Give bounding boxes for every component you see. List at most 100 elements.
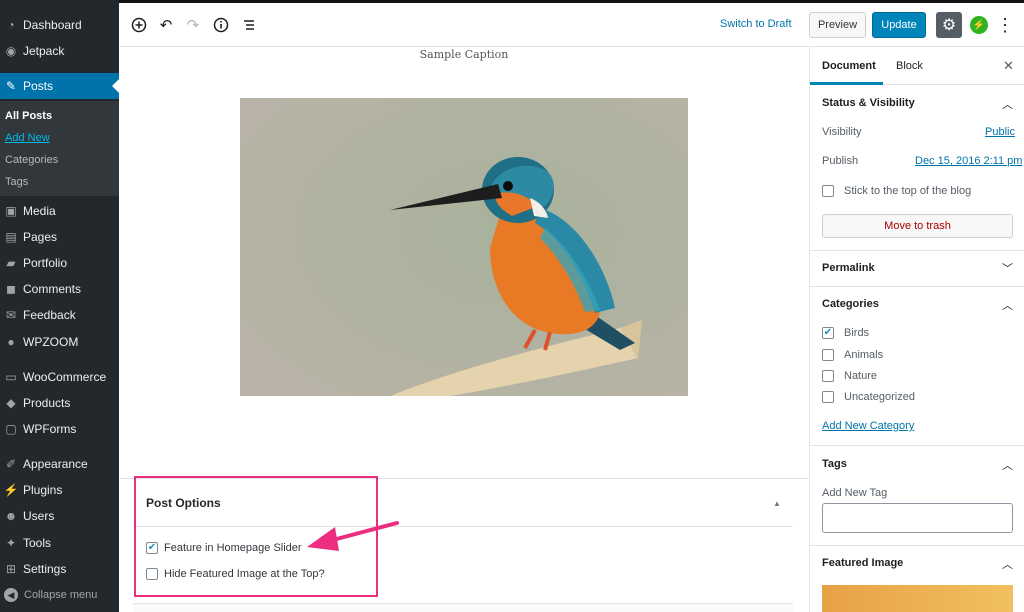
- category-nature[interactable]: Nature: [822, 370, 877, 382]
- visibility-value-link[interactable]: Public: [985, 126, 1015, 138]
- menu-item-plugins[interactable]: ⚡ Plugins: [0, 477, 119, 503]
- menu-item-pages[interactable]: ▤ Pages: [0, 224, 119, 250]
- admin-menu: ◔ Dashboard ◉ Jetpack ✎ Posts All Posts …: [0, 0, 119, 612]
- close-icon[interactable]: ✕: [1003, 58, 1014, 74]
- menu-label: Appearance: [23, 457, 88, 471]
- update-button[interactable]: Update: [872, 12, 926, 38]
- checkbox-icon[interactable]: [822, 370, 834, 382]
- menu-item-products[interactable]: ◆ Products: [0, 390, 119, 416]
- menu-label: Users: [23, 509, 55, 523]
- menu-item-comments[interactable]: ◼ Comments: [0, 276, 119, 302]
- chevron-up-icon[interactable]: ︿: [1002, 297, 1013, 313]
- sticky-option[interactable]: Stick to the top of the blog: [822, 185, 971, 197]
- undo-icon[interactable]: ↶: [156, 15, 176, 35]
- add-new-tag-label: Add New Tag: [822, 487, 888, 499]
- checkbox-checked-icon[interactable]: ✔: [822, 327, 834, 339]
- metabox-footer: [133, 603, 793, 612]
- tags-heading[interactable]: Tags: [822, 458, 847, 470]
- settings-icon: ⊞: [5, 562, 17, 576]
- kingfisher-image[interactable]: [240, 98, 688, 396]
- tab-block[interactable]: Block: [896, 60, 923, 72]
- menu-item-wpforms[interactable]: ▢ WPForms: [0, 416, 119, 442]
- category-birds[interactable]: ✔ Birds: [822, 327, 869, 339]
- featured-image-heading[interactable]: Featured Image: [822, 557, 903, 569]
- menu-item-wpzoom[interactable]: ● WPZOOM: [0, 329, 119, 355]
- publish-date-link[interactable]: Dec 15, 2016 2:11 pm: [915, 155, 1022, 167]
- category-animals[interactable]: Animals: [822, 349, 883, 361]
- category-label: Birds: [844, 327, 870, 339]
- menu-label: Settings: [23, 562, 67, 576]
- add-block-icon[interactable]: [129, 15, 149, 35]
- editor-canvas: Sample Caption Post Options ▲ ✔ Feature …: [119, 47, 809, 612]
- kingfisher-illustration: [240, 98, 688, 396]
- chevron-up-icon[interactable]: ︿: [1002, 556, 1013, 572]
- permalink-heading[interactable]: Permalink: [822, 262, 875, 274]
- outline-list-icon[interactable]: [239, 15, 259, 35]
- feedback-icon: ✉: [5, 308, 17, 322]
- divider: [810, 250, 1024, 251]
- menu-label: Feedback: [23, 308, 76, 322]
- settings-sidebar: Document Block ✕ Status & Visibility ︿ V…: [809, 47, 1024, 612]
- submenu-categories[interactable]: Categories: [5, 154, 58, 166]
- portfolio-icon: ▰: [6, 256, 16, 270]
- menu-item-feedback[interactable]: ✉ Feedback: [0, 302, 119, 328]
- divider: [810, 545, 1024, 546]
- tools-icon: ✦: [5, 536, 17, 550]
- category-uncategorized[interactable]: Uncategorized: [822, 391, 915, 403]
- media-icon: ▣: [5, 204, 17, 218]
- collapse-triangle-icon[interactable]: ▲: [773, 499, 781, 508]
- checkbox-icon[interactable]: [822, 391, 834, 403]
- menu-item-tools[interactable]: ✦ Tools: [0, 530, 119, 556]
- menu-item-woocommerce[interactable]: ▭ WooCommerce: [0, 364, 119, 390]
- checkbox-icon[interactable]: [822, 185, 834, 197]
- categories-heading[interactable]: Categories: [822, 298, 879, 310]
- move-to-trash-button[interactable]: Move to trash: [822, 214, 1013, 238]
- more-options-icon[interactable]: ⋮: [996, 13, 1014, 37]
- woocommerce-icon: ▭: [5, 370, 17, 384]
- tab-document[interactable]: Document: [822, 60, 876, 72]
- divider: [810, 445, 1024, 446]
- menu-item-users[interactable]: ☻ Users: [0, 503, 119, 529]
- jetpack-icon[interactable]: ⚡: [970, 16, 988, 34]
- menu-item-posts[interactable]: ✎ Posts: [0, 73, 119, 99]
- collapse-label: Collapse menu: [24, 589, 98, 601]
- category-label: Animals: [844, 349, 884, 361]
- menu-label: WooCommerce: [23, 370, 107, 384]
- collapse-menu-button[interactable]: ◀ Collapse menu: [4, 588, 97, 602]
- menu-label: Jetpack: [23, 44, 65, 58]
- switch-to-draft-link[interactable]: Switch to Draft: [720, 18, 792, 30]
- menu-label: Media: [23, 204, 56, 218]
- checkbox-icon[interactable]: [822, 349, 834, 361]
- tag-input[interactable]: [822, 503, 1013, 533]
- menu-label: Dashboard: [23, 18, 82, 32]
- wpzoom-icon: ●: [7, 335, 15, 349]
- appearance-icon: ✐: [5, 457, 17, 471]
- menu-item-media[interactable]: ▣ Media: [0, 198, 119, 224]
- annotation-arrow-icon: [307, 521, 399, 551]
- submenu-all-posts[interactable]: All Posts: [5, 110, 52, 122]
- chevron-down-icon[interactable]: ﹀: [1002, 260, 1013, 276]
- image-caption[interactable]: Sample Caption: [119, 48, 809, 61]
- featured-image-preview[interactable]: [822, 585, 1013, 612]
- menu-item-appearance[interactable]: ✐ Appearance: [0, 451, 119, 477]
- submenu-add-new[interactable]: Add New: [5, 132, 50, 144]
- chevron-up-icon[interactable]: ︿: [1002, 457, 1013, 473]
- menu-item-settings[interactable]: ⊞ Settings: [0, 556, 119, 582]
- menu-item-jetpack[interactable]: ◉ Jetpack: [0, 38, 119, 64]
- submenu-tags[interactable]: Tags: [5, 176, 28, 188]
- publish-label: Publish: [822, 155, 859, 167]
- status-visibility-heading[interactable]: Status & Visibility: [822, 97, 915, 109]
- add-new-category-link[interactable]: Add New Category: [822, 420, 914, 432]
- chevron-up-icon[interactable]: ︿: [1002, 96, 1013, 112]
- redo-icon[interactable]: ↷: [183, 15, 203, 35]
- menu-item-dashboard[interactable]: ◔ Dashboard: [0, 12, 119, 38]
- sticky-label: Stick to the top of the blog: [844, 185, 972, 197]
- collapse-arrow-icon: ◀: [4, 588, 18, 602]
- comments-icon: ◼: [6, 282, 16, 296]
- settings-gear-button[interactable]: ⚙: [936, 12, 962, 38]
- menu-label: Posts: [23, 79, 54, 93]
- menu-item-portfolio[interactable]: ▰ Portfolio: [0, 250, 119, 276]
- info-icon[interactable]: [211, 15, 231, 35]
- menu-label: Plugins: [23, 483, 63, 497]
- preview-button[interactable]: Preview: [809, 12, 866, 38]
